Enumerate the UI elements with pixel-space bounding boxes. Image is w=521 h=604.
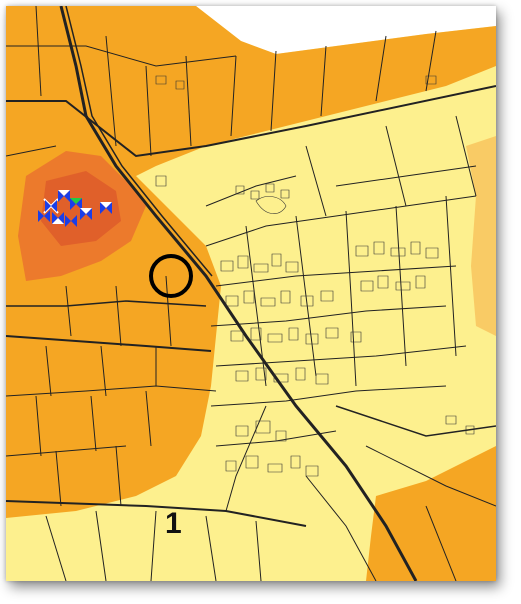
map-svg [6,6,496,581]
map-label-number: 1 [165,507,182,540]
map-panel: 1 [6,6,496,581]
page-frame: 1 [0,0,521,604]
map-canvas[interactable]: 1 [6,6,496,581]
